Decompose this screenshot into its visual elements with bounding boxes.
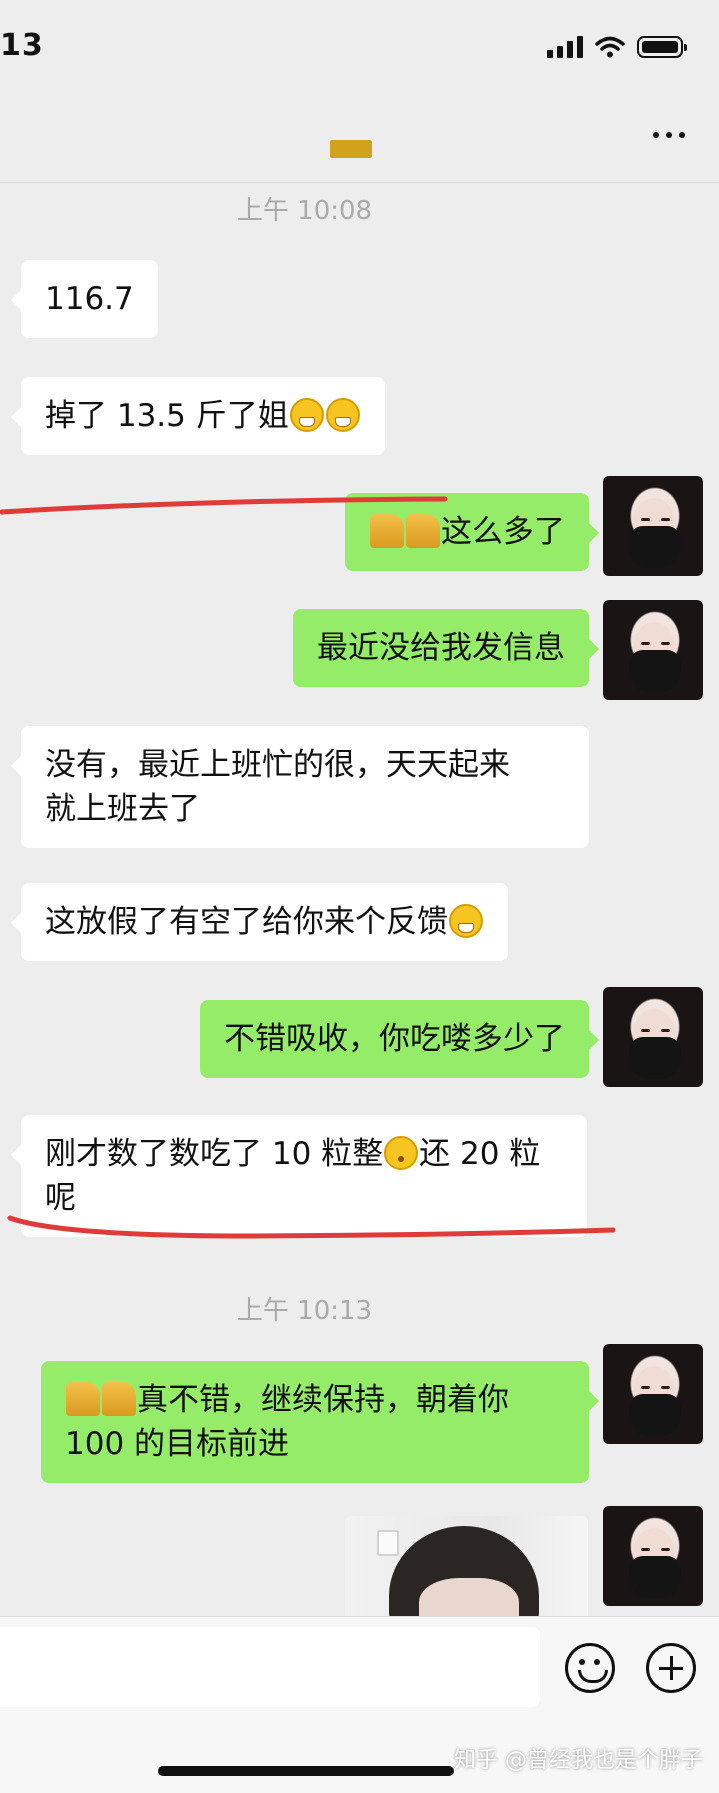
- highlight-underline: [0, 496, 448, 515]
- highlight-underline: [7, 1215, 616, 1239]
- message-input[interactable]: [0, 1627, 540, 1707]
- plus-icon[interactable]: [646, 1643, 696, 1693]
- watermark: 知乎 @曾经我也是个胖子: [454, 1748, 703, 1773]
- emoji-icon[interactable]: [565, 1643, 615, 1693]
- annotation-layer: [0, 496, 616, 1239]
- home-indicator: [158, 1766, 454, 1776]
